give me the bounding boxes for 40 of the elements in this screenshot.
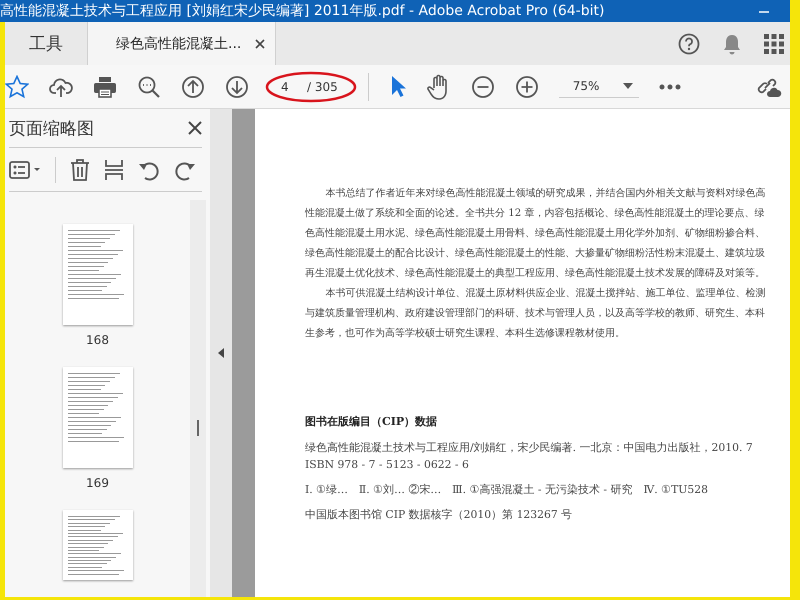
bell-icon[interactable] <box>722 32 742 54</box>
zoom-out-icon[interactable] <box>137 74 161 98</box>
window-title: 高性能混凝土技术与工程应用 [刘娟红宋少民编著] 2011年版.pdf - Adobe Acrobat Pro (64-bit) <box>0 2 606 20</box>
zoom-dropdown[interactable]: 75% <box>558 75 640 98</box>
body-paragraph: 本书可供混凝土结构设计单位、混凝土原材料供应企业、混凝土搅拌站、施工单位、监理单位、检测与建筑质量管理机构、政府建设管理部门的科研、技术与管理人员，以及高等学校的教师、研究生、本科生参考，也可作为高等学校硕士研究生课程、本科生选修课程教材使用。 <box>305 286 766 341</box>
scrollbar[interactable] <box>190 200 206 597</box>
page-number: 168 <box>86 333 109 347</box>
split-page-icon[interactable] <box>104 158 124 180</box>
more-icon[interactable] <box>659 84 682 90</box>
page-number: 169 <box>86 476 109 490</box>
print-icon[interactable] <box>93 76 117 98</box>
close-icon[interactable] <box>255 38 266 48</box>
cip-line: ISBN 978 - 7 - 5123 - 0622 - 6 <box>305 457 470 473</box>
cip-line: Ⅰ. ①绿… Ⅱ. ①刘… ②宋… Ⅲ. ①高强混凝土 - 无污染技术 - 研究 Ⅳ. ①TU528 <box>305 482 710 498</box>
page-number-field[interactable]: 4 <box>281 80 297 94</box>
body-paragraph: 本书总结了作者近年来对绿色高性能混凝土领域的研究成果，并结合国内外相关文献与资料对绿色高性能混凝土做了系统和全面的论述。全书共分 12 章，内容包括概论、绿色高性能混凝土的理论要点、绿色高性能混凝土用水泥、绿色高性能混凝土用骨料、绿色高性能混凝土用化学外加剂、矿物细粉掺合料、绿色高性能混凝土的配合比设计、绿色高性能混凝土的性能、大掺量矿物细粉活性粉末混凝土、建筑垃圾再生混凝土优化技术、绿色高性能混凝土的典型工程应用、绿色高性能混凝土技术发展的障碍及对策等。 <box>305 186 766 281</box>
star-icon[interactable] <box>5 74 29 98</box>
zoom-out-circle-icon[interactable] <box>470 74 495 98</box>
cip-line: 绿色高性能混凝土技术与工程应用/刘娟红，宋少民编著. 一北京：中国电力出版社，2010. 7 <box>305 440 754 456</box>
cloud-upload-icon[interactable] <box>49 76 73 98</box>
page-thumbnail[interactable] <box>62 224 132 325</box>
document-tab[interactable]: 绿色高性能混凝土... <box>88 22 276 65</box>
panel-title: 页面缩略图 <box>9 118 94 140</box>
collapse-arrow-icon[interactable] <box>218 348 224 358</box>
tab-label: 工具 <box>29 33 63 55</box>
page-thumbnail[interactable] <box>62 367 132 468</box>
zoom-in-circle-icon[interactable] <box>514 74 539 98</box>
tab-label: 绿色高性能混凝土... <box>116 34 242 52</box>
page-thumbnail[interactable] <box>62 510 132 580</box>
previous-page-icon[interactable] <box>181 74 205 98</box>
app-grid-icon[interactable] <box>764 34 784 54</box>
close-icon[interactable] <box>188 121 202 135</box>
cip-heading: 图书在版编目（CIP）数据 <box>305 414 438 429</box>
page-total: / 305 <box>307 80 338 94</box>
help-icon[interactable] <box>678 32 700 54</box>
caret-icon <box>623 83 634 89</box>
options-menu-icon[interactable] <box>9 160 41 178</box>
cip-line: 中国版本图书馆 CIP 数据核字（2010）第 123267 号 <box>305 507 574 523</box>
trash-icon[interactable] <box>70 158 90 180</box>
next-page-icon[interactable] <box>225 74 249 98</box>
